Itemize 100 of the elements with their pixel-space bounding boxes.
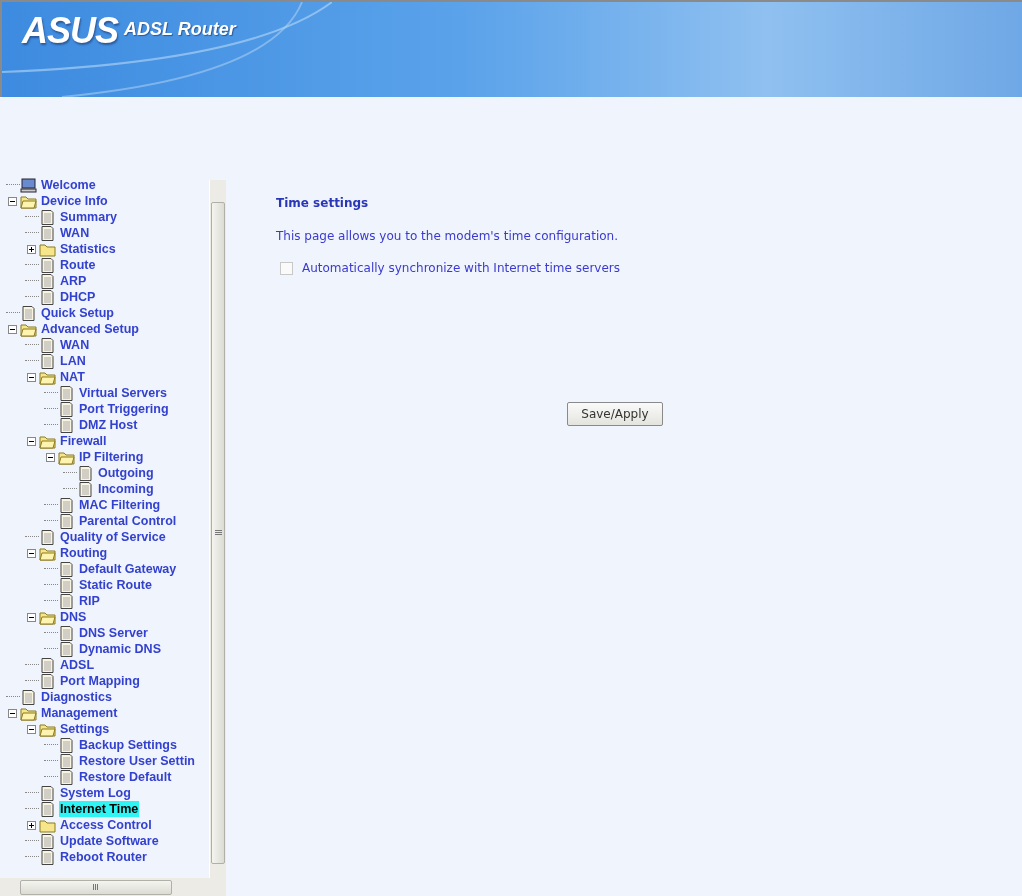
document-icon	[77, 465, 94, 481]
folder-icon	[39, 545, 56, 561]
document-icon	[58, 417, 75, 433]
tree-item[interactable]: Restore User Settin	[78, 753, 196, 769]
tree-item[interactable]: DNS Server	[78, 625, 149, 641]
tree-item[interactable]: Summary	[59, 209, 118, 225]
tree-item[interactable]: Advanced Setup	[40, 321, 140, 337]
expand-icon[interactable]	[27, 820, 36, 830]
tree-item[interactable]: Statistics	[59, 241, 117, 257]
tree-item[interactable]: Internet Time	[59, 801, 140, 817]
collapse-icon[interactable]	[27, 436, 36, 446]
collapse-icon[interactable]	[27, 548, 36, 558]
save-apply-button[interactable]: Save/Apply	[567, 402, 663, 426]
tree-item[interactable]: Parental Control	[78, 513, 178, 529]
document-icon	[58, 753, 75, 769]
tree-item[interactable]: ADSL	[59, 657, 96, 673]
document-icon	[39, 273, 56, 289]
tree-item[interactable]: Access Control	[59, 817, 153, 833]
document-icon	[39, 257, 56, 273]
document-icon	[39, 785, 56, 801]
tree-item[interactable]: Device Info	[40, 193, 109, 209]
document-icon	[58, 513, 75, 529]
sync-label: Automatically synchronize with Internet time servers	[302, 261, 620, 275]
collapse-icon[interactable]	[8, 708, 17, 718]
logo: ASUS	[22, 10, 119, 52]
tree-item[interactable]: DHCP	[59, 289, 97, 305]
tree-item[interactable]: Reboot Router	[59, 849, 148, 865]
document-icon	[20, 689, 37, 705]
scroll-thumb[interactable]	[211, 202, 225, 864]
tree-item[interactable]: Port Mapping	[59, 673, 141, 689]
scroll-thumb[interactable]	[20, 879, 172, 895]
tree-item[interactable]: Backup Settings	[78, 737, 178, 753]
document-icon	[39, 209, 56, 225]
document-icon	[58, 769, 75, 785]
tree-item[interactable]: MAC Filtering	[78, 497, 162, 513]
document-icon	[58, 497, 75, 513]
document-icon	[39, 289, 56, 305]
tree-item[interactable]: Welcome	[40, 177, 97, 193]
horizontal-scrollbar[interactable]	[0, 878, 226, 896]
tree-item[interactable]: Restore Default	[78, 769, 173, 785]
folder-icon	[39, 369, 56, 385]
sync-checkbox[interactable]	[280, 261, 293, 275]
product-name: ADSL Router	[124, 19, 236, 40]
tree-item[interactable]: Virtual Servers	[78, 385, 169, 401]
tree-item[interactable]: NAT	[59, 369, 86, 385]
tree-item[interactable]: Default Gateway	[78, 561, 178, 577]
tree-item[interactable]: RIP	[78, 593, 101, 609]
tree-item[interactable]: Settings	[59, 721, 111, 737]
collapse-icon[interactable]	[8, 324, 17, 334]
document-icon	[39, 657, 56, 673]
document-icon	[39, 849, 56, 865]
collapse-icon[interactable]	[27, 612, 36, 622]
collapse-icon[interactable]	[8, 196, 17, 206]
document-icon	[39, 833, 56, 849]
vertical-scrollbar[interactable]	[209, 180, 226, 878]
collapse-icon[interactable]	[46, 452, 55, 462]
tree-item[interactable]: DNS	[59, 609, 88, 625]
folder-icon	[39, 817, 56, 833]
tree-item[interactable]: DMZ Host	[78, 417, 139, 433]
tree-item[interactable]: WAN	[59, 225, 91, 241]
tree-item[interactable]: Diagnostics	[40, 689, 113, 705]
folder-icon	[58, 449, 75, 465]
collapse-icon[interactable]	[27, 372, 36, 382]
document-icon	[58, 561, 75, 577]
folder-icon	[20, 321, 37, 337]
tree-item[interactable]: WAN	[59, 337, 91, 353]
tree-item[interactable]: Static Route	[78, 577, 153, 593]
tree-item[interactable]: ARP	[59, 273, 88, 289]
page-description: This page allows you to the modem's time configuration.	[276, 229, 620, 243]
tree-item[interactable]: Port Triggering	[78, 401, 170, 417]
tree-item[interactable]: IP Filtering	[78, 449, 145, 465]
document-icon	[39, 225, 56, 241]
document-icon	[58, 577, 75, 593]
folder-icon	[20, 193, 37, 209]
tree-item[interactable]: Quick Setup	[40, 305, 115, 321]
tree-item[interactable]: Management	[40, 705, 119, 721]
collapse-icon[interactable]	[27, 724, 36, 734]
grip-icon	[92, 884, 100, 890]
document-icon	[77, 481, 94, 497]
folder-icon	[39, 609, 56, 625]
tree-item[interactable]: Outgoing	[97, 465, 155, 481]
document-icon	[58, 641, 75, 657]
document-icon	[39, 337, 56, 353]
document-icon	[39, 673, 56, 689]
tree-item[interactable]: LAN	[59, 353, 87, 369]
tree-item[interactable]: Routing	[59, 545, 109, 561]
tree-item[interactable]: Update Software	[59, 833, 160, 849]
tree-item[interactable]: System Log	[59, 785, 132, 801]
folder-icon	[39, 433, 56, 449]
tree-item[interactable]: Quality of Service	[59, 529, 167, 545]
folder-icon	[20, 705, 37, 721]
expand-icon[interactable]	[27, 244, 36, 254]
tree-item[interactable]: Route	[59, 257, 97, 273]
tree-item[interactable]: Dynamic DNS	[78, 641, 162, 657]
folder-icon	[39, 241, 56, 257]
tree-item[interactable]: Incoming	[97, 481, 155, 497]
tree-item[interactable]: Firewall	[59, 433, 108, 449]
document-icon	[20, 305, 37, 321]
computer-icon	[20, 177, 37, 193]
document-icon	[58, 625, 75, 641]
